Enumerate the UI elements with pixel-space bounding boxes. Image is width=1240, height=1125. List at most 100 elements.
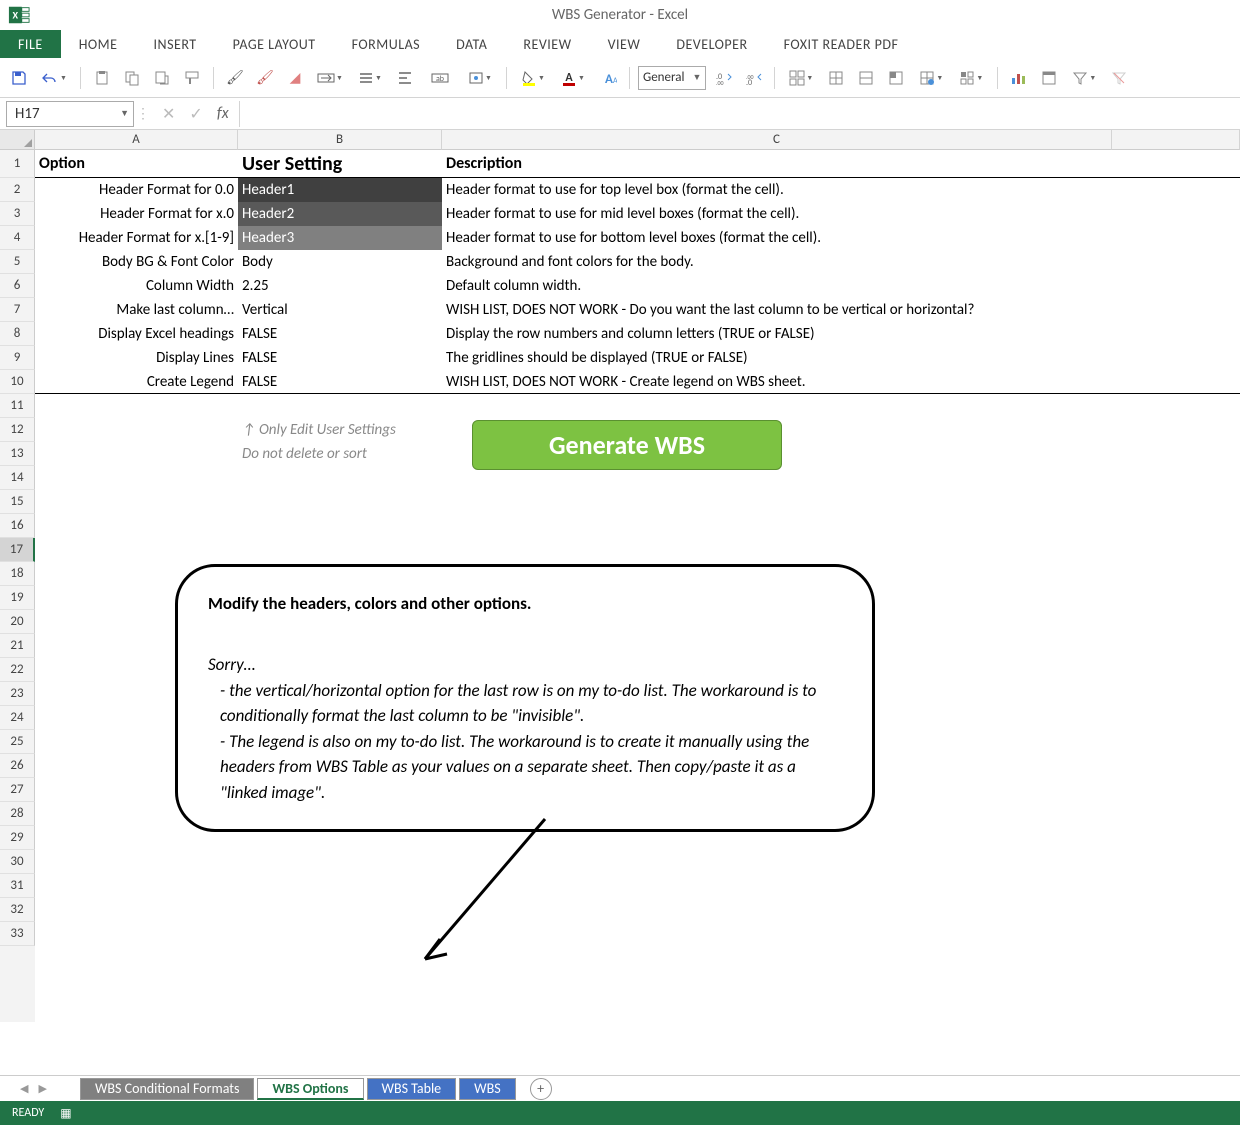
row-header[interactable]: 24 bbox=[0, 706, 35, 730]
sheet-tab-wbs[interactable]: WBS bbox=[459, 1078, 516, 1100]
row-header[interactable]: 6 bbox=[0, 274, 35, 298]
option-cell[interactable]: Body BG & Font Color bbox=[35, 250, 238, 274]
user-setting-cell[interactable]: FALSE bbox=[238, 346, 442, 370]
tab-foxit[interactable]: FOXIT READER PDF bbox=[766, 30, 917, 58]
user-setting-cell[interactable]: Body bbox=[238, 250, 442, 274]
decrease-decimal-icon[interactable]: .00.0 bbox=[740, 65, 766, 91]
row-header[interactable]: 31 bbox=[0, 874, 35, 898]
user-setting-cell[interactable]: 2.25 bbox=[238, 274, 442, 298]
option-cell[interactable]: Column Width bbox=[35, 274, 238, 298]
row-header[interactable]: 25 bbox=[0, 730, 35, 754]
chart-icon[interactable] bbox=[1006, 65, 1032, 91]
option-cell[interactable]: Header Format for 0.0 bbox=[35, 178, 238, 202]
row-header[interactable]: 1 bbox=[0, 150, 35, 178]
brush2-icon[interactable]: 🖌 bbox=[252, 65, 278, 91]
option-cell[interactable]: Make last column… bbox=[35, 298, 238, 322]
row-header[interactable]: 28 bbox=[0, 802, 35, 826]
insert-icon[interactable]: ▼ bbox=[462, 65, 498, 91]
align-icon[interactable]: ▼ bbox=[352, 65, 388, 91]
add-sheet-button[interactable]: + bbox=[530, 1078, 552, 1100]
tab-home[interactable]: HOME bbox=[61, 30, 136, 58]
merge1-icon[interactable]: ▼ bbox=[312, 65, 348, 91]
save-icon[interactable] bbox=[6, 65, 32, 91]
description-cell[interactable]: Default column width. bbox=[442, 274, 1112, 298]
sort-filter-icon[interactable]: ▼ bbox=[1066, 65, 1102, 91]
wrap-text-icon[interactable] bbox=[392, 65, 418, 91]
copy-icon[interactable] bbox=[119, 65, 145, 91]
cut-icon[interactable] bbox=[149, 65, 175, 91]
row-header[interactable]: 15 bbox=[0, 490, 35, 514]
user-setting-cell[interactable]: FALSE bbox=[238, 370, 442, 393]
undo-icon[interactable]: ▼ bbox=[36, 65, 72, 91]
col-header-rest[interactable] bbox=[1112, 130, 1240, 150]
description-cell[interactable]: Header format to use for top level box (… bbox=[442, 178, 1112, 202]
insert-cells-icon[interactable] bbox=[823, 65, 849, 91]
option-cell[interactable]: Display Lines bbox=[35, 346, 238, 370]
autosum-icon[interactable]: ▼ bbox=[913, 65, 949, 91]
delete-cells-icon[interactable] bbox=[853, 65, 879, 91]
row-header[interactable]: 33 bbox=[0, 922, 35, 946]
sheet-nav-prev-icon[interactable]: ◀ bbox=[20, 1082, 28, 1095]
sheet-tab-conditional[interactable]: WBS Conditional Formats bbox=[80, 1078, 255, 1100]
user-setting-cell[interactable]: Vertical bbox=[238, 298, 442, 322]
fill-color-icon[interactable]: ▼ bbox=[515, 65, 551, 91]
row-header[interactable]: 16 bbox=[0, 514, 35, 538]
user-setting-cell[interactable]: Header3 bbox=[238, 226, 442, 250]
row-header[interactable]: 7 bbox=[0, 298, 35, 322]
description-cell[interactable]: Header format to use for mid level boxes… bbox=[442, 202, 1112, 226]
sheet-tab-options[interactable]: WBS Options bbox=[257, 1078, 363, 1100]
sheet-tab-table[interactable]: WBS Table bbox=[367, 1078, 457, 1100]
tab-formulas[interactable]: FORMULAS bbox=[334, 30, 439, 58]
enter-icon[interactable]: ✓ bbox=[189, 104, 202, 124]
row-header[interactable]: 19 bbox=[0, 586, 35, 610]
font-color-icon[interactable]: A▼ bbox=[555, 65, 591, 91]
option-cell[interactable]: Create Legend bbox=[35, 370, 238, 393]
row-header[interactable]: 12 bbox=[0, 418, 35, 442]
user-setting-cell[interactable]: Header1 bbox=[238, 178, 442, 202]
tab-developer[interactable]: DEVELOPER bbox=[658, 30, 765, 58]
brush1-icon[interactable]: 🖌 bbox=[222, 65, 248, 91]
row-header[interactable]: 23 bbox=[0, 682, 35, 706]
formula-input[interactable] bbox=[239, 101, 1240, 127]
user-setting-cell[interactable]: Header2 bbox=[238, 202, 442, 226]
row-header[interactable]: 30 bbox=[0, 850, 35, 874]
cancel-icon[interactable]: ✕ bbox=[162, 104, 175, 124]
eraser-icon[interactable]: ◢ bbox=[282, 65, 308, 91]
description-cell[interactable]: Background and font colors for the body. bbox=[442, 250, 1112, 274]
cond-format-icon[interactable]: ▼ bbox=[783, 65, 819, 91]
row-header[interactable]: 5 bbox=[0, 250, 35, 274]
fill-icon[interactable]: ▼ bbox=[953, 65, 989, 91]
row-header[interactable]: 22 bbox=[0, 658, 35, 682]
tab-view[interactable]: VIEW bbox=[590, 30, 659, 58]
paste-icon[interactable] bbox=[89, 65, 115, 91]
tab-review[interactable]: REVIEW bbox=[505, 30, 589, 58]
row-header[interactable]: 9 bbox=[0, 346, 35, 370]
format-cells-icon[interactable] bbox=[883, 65, 909, 91]
tab-page-layout[interactable]: PAGE LAYOUT bbox=[215, 30, 334, 58]
select-all-corner[interactable] bbox=[0, 130, 35, 150]
tab-file[interactable]: FILE bbox=[0, 30, 61, 58]
row-header[interactable]: 20 bbox=[0, 610, 35, 634]
format-painter-icon[interactable] bbox=[179, 65, 205, 91]
description-cell[interactable]: Header format to use for bottom level bo… bbox=[442, 226, 1112, 250]
option-cell[interactable]: Display Excel headings bbox=[35, 322, 238, 346]
merge-center-icon[interactable]: ab bbox=[422, 65, 458, 91]
row-header[interactable]: 13 bbox=[0, 442, 35, 466]
generate-wbs-button[interactable]: Generate WBS bbox=[472, 420, 782, 470]
col-header-b[interactable]: B bbox=[238, 130, 442, 150]
row-header[interactable]: 27 bbox=[0, 778, 35, 802]
cells-area[interactable]: Option User Setting Description Header F… bbox=[35, 150, 1240, 1022]
tab-data[interactable]: DATA bbox=[438, 30, 505, 58]
tab-insert[interactable]: INSERT bbox=[136, 30, 215, 58]
macro-record-icon[interactable]: ▦ bbox=[60, 1106, 71, 1121]
font-size-icon[interactable]: AA bbox=[595, 65, 621, 91]
row-header[interactable]: 10 bbox=[0, 370, 35, 394]
fx-icon[interactable]: fx bbox=[217, 104, 229, 124]
pivot-icon[interactable] bbox=[1036, 65, 1062, 91]
row-header[interactable]: 29 bbox=[0, 826, 35, 850]
description-cell[interactable]: WISH LIST, DOES NOT WORK - Create legend… bbox=[442, 370, 1112, 393]
description-cell[interactable]: WISH LIST, DOES NOT WORK - Do you want t… bbox=[442, 298, 1112, 322]
col-header-a[interactable]: A bbox=[35, 130, 238, 150]
row-header[interactable]: 8 bbox=[0, 322, 35, 346]
option-cell[interactable]: Header Format for x.0 bbox=[35, 202, 238, 226]
